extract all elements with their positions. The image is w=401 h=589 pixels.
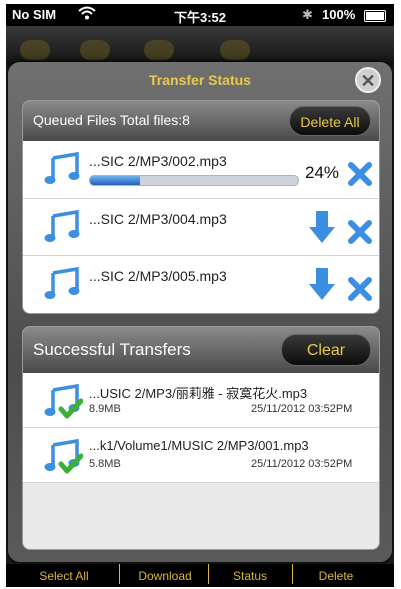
delete-all-button[interactable]: Delete All: [289, 106, 371, 136]
file-size: 8.9MB: [89, 403, 121, 415]
progress-fill: [90, 176, 140, 185]
tab-divider: [292, 564, 293, 584]
successful-transfers-label: Successful Transfers: [33, 340, 191, 359]
background-toolbar: [6, 26, 394, 66]
bluetooth-icon: ✱: [302, 7, 313, 22]
file-name: ...SIC 2/MP3/002.mp3: [89, 153, 227, 169]
queued-file-row[interactable]: ...SIC 2/MP3/002.mp3 24%: [23, 141, 379, 199]
queued-file-row[interactable]: ...SIC 2/MP3/005.mp3: [23, 256, 379, 313]
phone-screen: No SIM 下午3:52 ✱ 100% Transfer Status ✕ Q…: [6, 4, 394, 587]
progress-percent: 24%: [305, 163, 340, 182]
queued-files-label: Queued Files Total files:8: [33, 112, 190, 128]
music-note-icon: [44, 266, 80, 299]
close-icon[interactable]: ✕: [355, 67, 381, 93]
completed-file-row[interactable]: ...USIC 2/MP3/丽莉雅 - 寂寞花火.mp3 8.9MB 25/11…: [23, 373, 379, 428]
clear-button[interactable]: Clear: [281, 334, 371, 366]
tab-divider: [119, 564, 120, 584]
battery-icon: [364, 10, 386, 22]
music-note-icon: [44, 151, 80, 184]
cancel-x-icon[interactable]: [347, 276, 373, 302]
cancel-x-icon[interactable]: [347, 161, 373, 187]
empty-list-area: [23, 483, 379, 549]
transfer-status-dialog: Transfer Status ✕ Queued Files Total fil…: [8, 62, 392, 562]
toolbar-button-icon: [220, 40, 250, 60]
file-name: ...SIC 2/MP3/004.mp3: [89, 211, 227, 227]
status-tab[interactable]: Status: [212, 569, 288, 583]
music-note-icon: [44, 209, 80, 242]
queued-files-panel: Queued Files Total files:8 Delete All ..…: [22, 100, 380, 314]
transfer-date: 25/11/2012 03:52PM: [251, 403, 353, 415]
successful-transfers-header: Successful Transfers Clear: [23, 327, 379, 373]
file-name: ...k1/Volume1/MUSIC 2/MP3/001.mp3: [89, 438, 309, 453]
file-size: 5.8MB: [89, 458, 121, 470]
battery-percent: 100%: [322, 7, 356, 22]
queued-files-header: Queued Files Total files:8 Delete All: [23, 101, 379, 141]
music-note-check-icon: [44, 383, 83, 419]
download-arrow-icon: [309, 268, 335, 300]
file-name: ...USIC 2/MP3/丽莉雅 - 寂寞花火.mp3: [89, 386, 308, 401]
toolbar-button-icon: [20, 40, 50, 60]
status-bar: No SIM 下午3:52 ✱ 100%: [6, 4, 394, 26]
select-all-tab[interactable]: Select All: [14, 569, 114, 583]
transfer-date: 25/11/2012 03:52PM: [251, 458, 353, 470]
dialog-title: Transfer Status: [149, 72, 251, 88]
cancel-x-icon[interactable]: [347, 219, 373, 245]
toolbar-button-icon: [144, 40, 174, 60]
bottom-tab-bar: Select All Download Status Delete: [6, 564, 394, 587]
successful-transfers-panel: Successful Transfers Clear ...USIC 2/MP3…: [22, 326, 380, 550]
tab-divider: [208, 564, 209, 584]
download-tab[interactable]: Download: [124, 569, 206, 583]
music-note-check-icon: [44, 438, 83, 474]
file-name: ...SIC 2/MP3/005.mp3: [89, 268, 227, 284]
download-arrow-icon: [309, 211, 335, 243]
toolbar-button-icon: [80, 40, 110, 60]
delete-tab[interactable]: Delete: [296, 569, 376, 583]
queued-file-row[interactable]: ...SIC 2/MP3/004.mp3: [23, 199, 379, 256]
progress-bar: [89, 175, 299, 186]
completed-file-row[interactable]: ...k1/Volume1/MUSIC 2/MP3/001.mp3 5.8MB …: [23, 428, 379, 483]
